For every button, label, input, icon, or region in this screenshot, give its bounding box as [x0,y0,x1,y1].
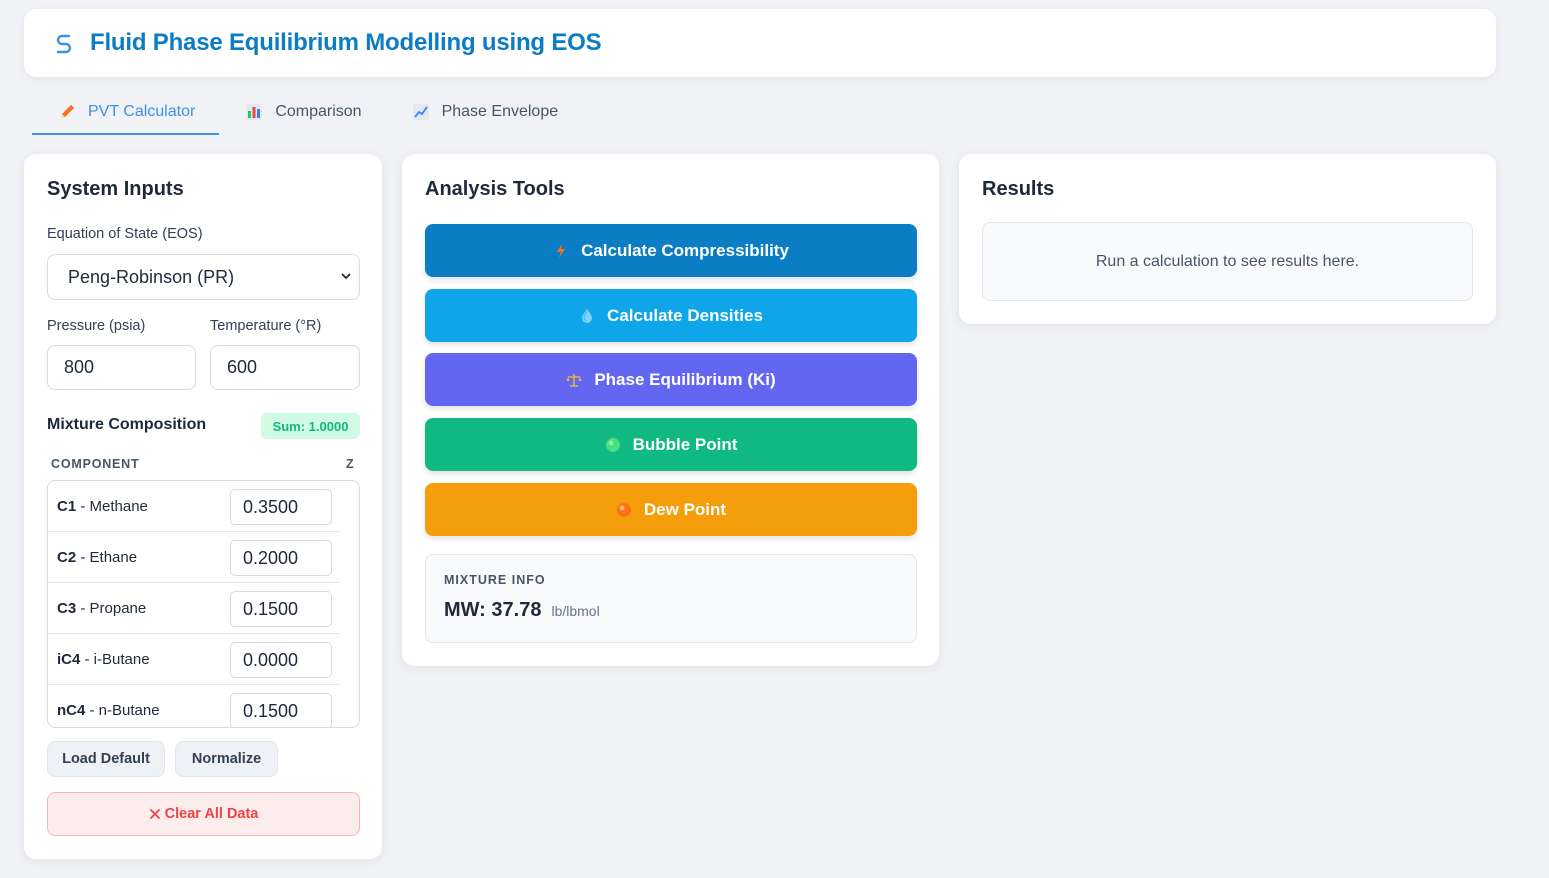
button-label: Calculate Densities [607,305,763,325]
component-z-input[interactable]: 0.1500 [230,591,332,627]
temperature-label: Temperature (°R) [210,318,322,334]
normalize-button[interactable]: Normalize [175,741,278,777]
button-label: Dew Point [643,499,727,519]
component-row: C2 - Ethane 0.2000 [48,532,340,583]
component-z-input[interactable]: 0.1500 [230,693,332,727]
orange-circle-icon [616,502,631,517]
dew-point-button[interactable]: Dew Point [425,483,917,536]
system-inputs-panel: System Inputs Equation of State (EOS) Pe… [24,154,382,859]
app-title: Fluid Phase Equilibrium Modelling using … [90,29,602,56]
component-name: C2 - Ethane [57,549,138,566]
lightning-icon [557,243,566,258]
bubble-point-button[interactable]: Bubble Point [425,418,917,471]
eos-label: Equation of State (EOS) [47,226,203,242]
droplet-icon [582,308,593,323]
eos-select[interactable]: Peng-Robinson (PR) [47,254,360,300]
sum-badge: Sum: 1.0000 [261,413,360,439]
component-row: nC4 - n-Butane 0.1500 [48,685,340,727]
pressure-input[interactable]: 800 [47,345,196,390]
panel-title: System Inputs [47,178,184,200]
tab-phase-envelope[interactable]: Phase Envelope [386,88,583,135]
temperature-input[interactable]: 600 [210,345,360,390]
phase-equilibrium-button[interactable]: Phase Equilibrium (Ki) [425,353,917,406]
component-row: C1 - Methane 0.3500 [48,481,340,532]
close-icon [149,809,160,819]
tab-pvt-calculator[interactable]: PVT Calculator [32,88,220,135]
button-label: Calculate Compressibility [581,240,789,260]
app-header: Fluid Phase Equilibrium Modelling using … [24,9,1496,77]
component-row: iC4 - i-Butane 0.0000 [48,634,340,685]
clear-all-button[interactable]: Clear All Data [47,792,360,836]
chevron-down-icon [341,273,351,280]
button-label: Phase Equilibrium (Ki) [594,369,776,389]
mixture-info-label: MIXTURE INFO [444,573,546,587]
logo-icon [56,34,72,54]
scales-icon [566,373,582,387]
pencil-icon [61,104,74,118]
component-row: C3 - Propane 0.1500 [48,583,340,634]
molecular-weight-value: MW: 37.78 [444,599,542,621]
calculate-compressibility-button[interactable]: Calculate Compressibility [425,224,917,277]
pressure-label: Pressure (psia) [47,318,146,334]
component-name: nC4 - n-Butane [57,702,160,719]
tab-bar: PVT Calculator Comparison Phase Envelope [32,88,582,135]
tab-label: Comparison [275,102,362,120]
clear-all-label: Clear All Data [164,806,259,822]
tab-label: PVT Calculator [88,102,196,120]
molecular-weight-unit: lb/lbmol [551,603,600,619]
tab-comparison[interactable]: Comparison [219,88,385,135]
results-panel: Results Run a calculation to see results… [959,154,1496,324]
load-default-button[interactable]: Load Default [47,741,165,777]
component-list[interactable]: C1 - Methane 0.3500 C2 - Ethane 0.2000 C… [47,480,360,728]
line-chart-icon [412,103,429,120]
component-name: iC4 - i-Butane [57,651,150,668]
component-z-input[interactable]: 0.3500 [230,489,332,525]
component-name: C1 - Methane [57,498,148,515]
z-column-header: Z [346,457,355,471]
bar-chart-icon [246,103,263,120]
eos-select-value: Peng-Robinson (PR) [68,266,235,287]
component-z-input[interactable]: 0.2000 [230,540,332,576]
panel-title: Analysis Tools [425,178,565,200]
tab-label: Phase Envelope [441,102,559,120]
component-z-input[interactable]: 0.0000 [230,642,332,678]
green-circle-icon [605,437,620,452]
component-name: C3 - Propane [57,600,147,617]
analysis-tools-panel: Analysis Tools Calculate Compressibility… [402,154,939,666]
mixture-info-box: MIXTURE INFO MW: 37.78 lb/lbmol [425,554,917,643]
component-column-header: COMPONENT [51,457,140,471]
calculate-densities-button[interactable]: Calculate Densities [425,289,917,342]
results-placeholder: Run a calculation to see results here. [982,222,1473,301]
panel-title: Results [982,178,1055,200]
mixture-composition-label: Mixture Composition [47,416,207,433]
button-label: Bubble Point [632,434,738,454]
